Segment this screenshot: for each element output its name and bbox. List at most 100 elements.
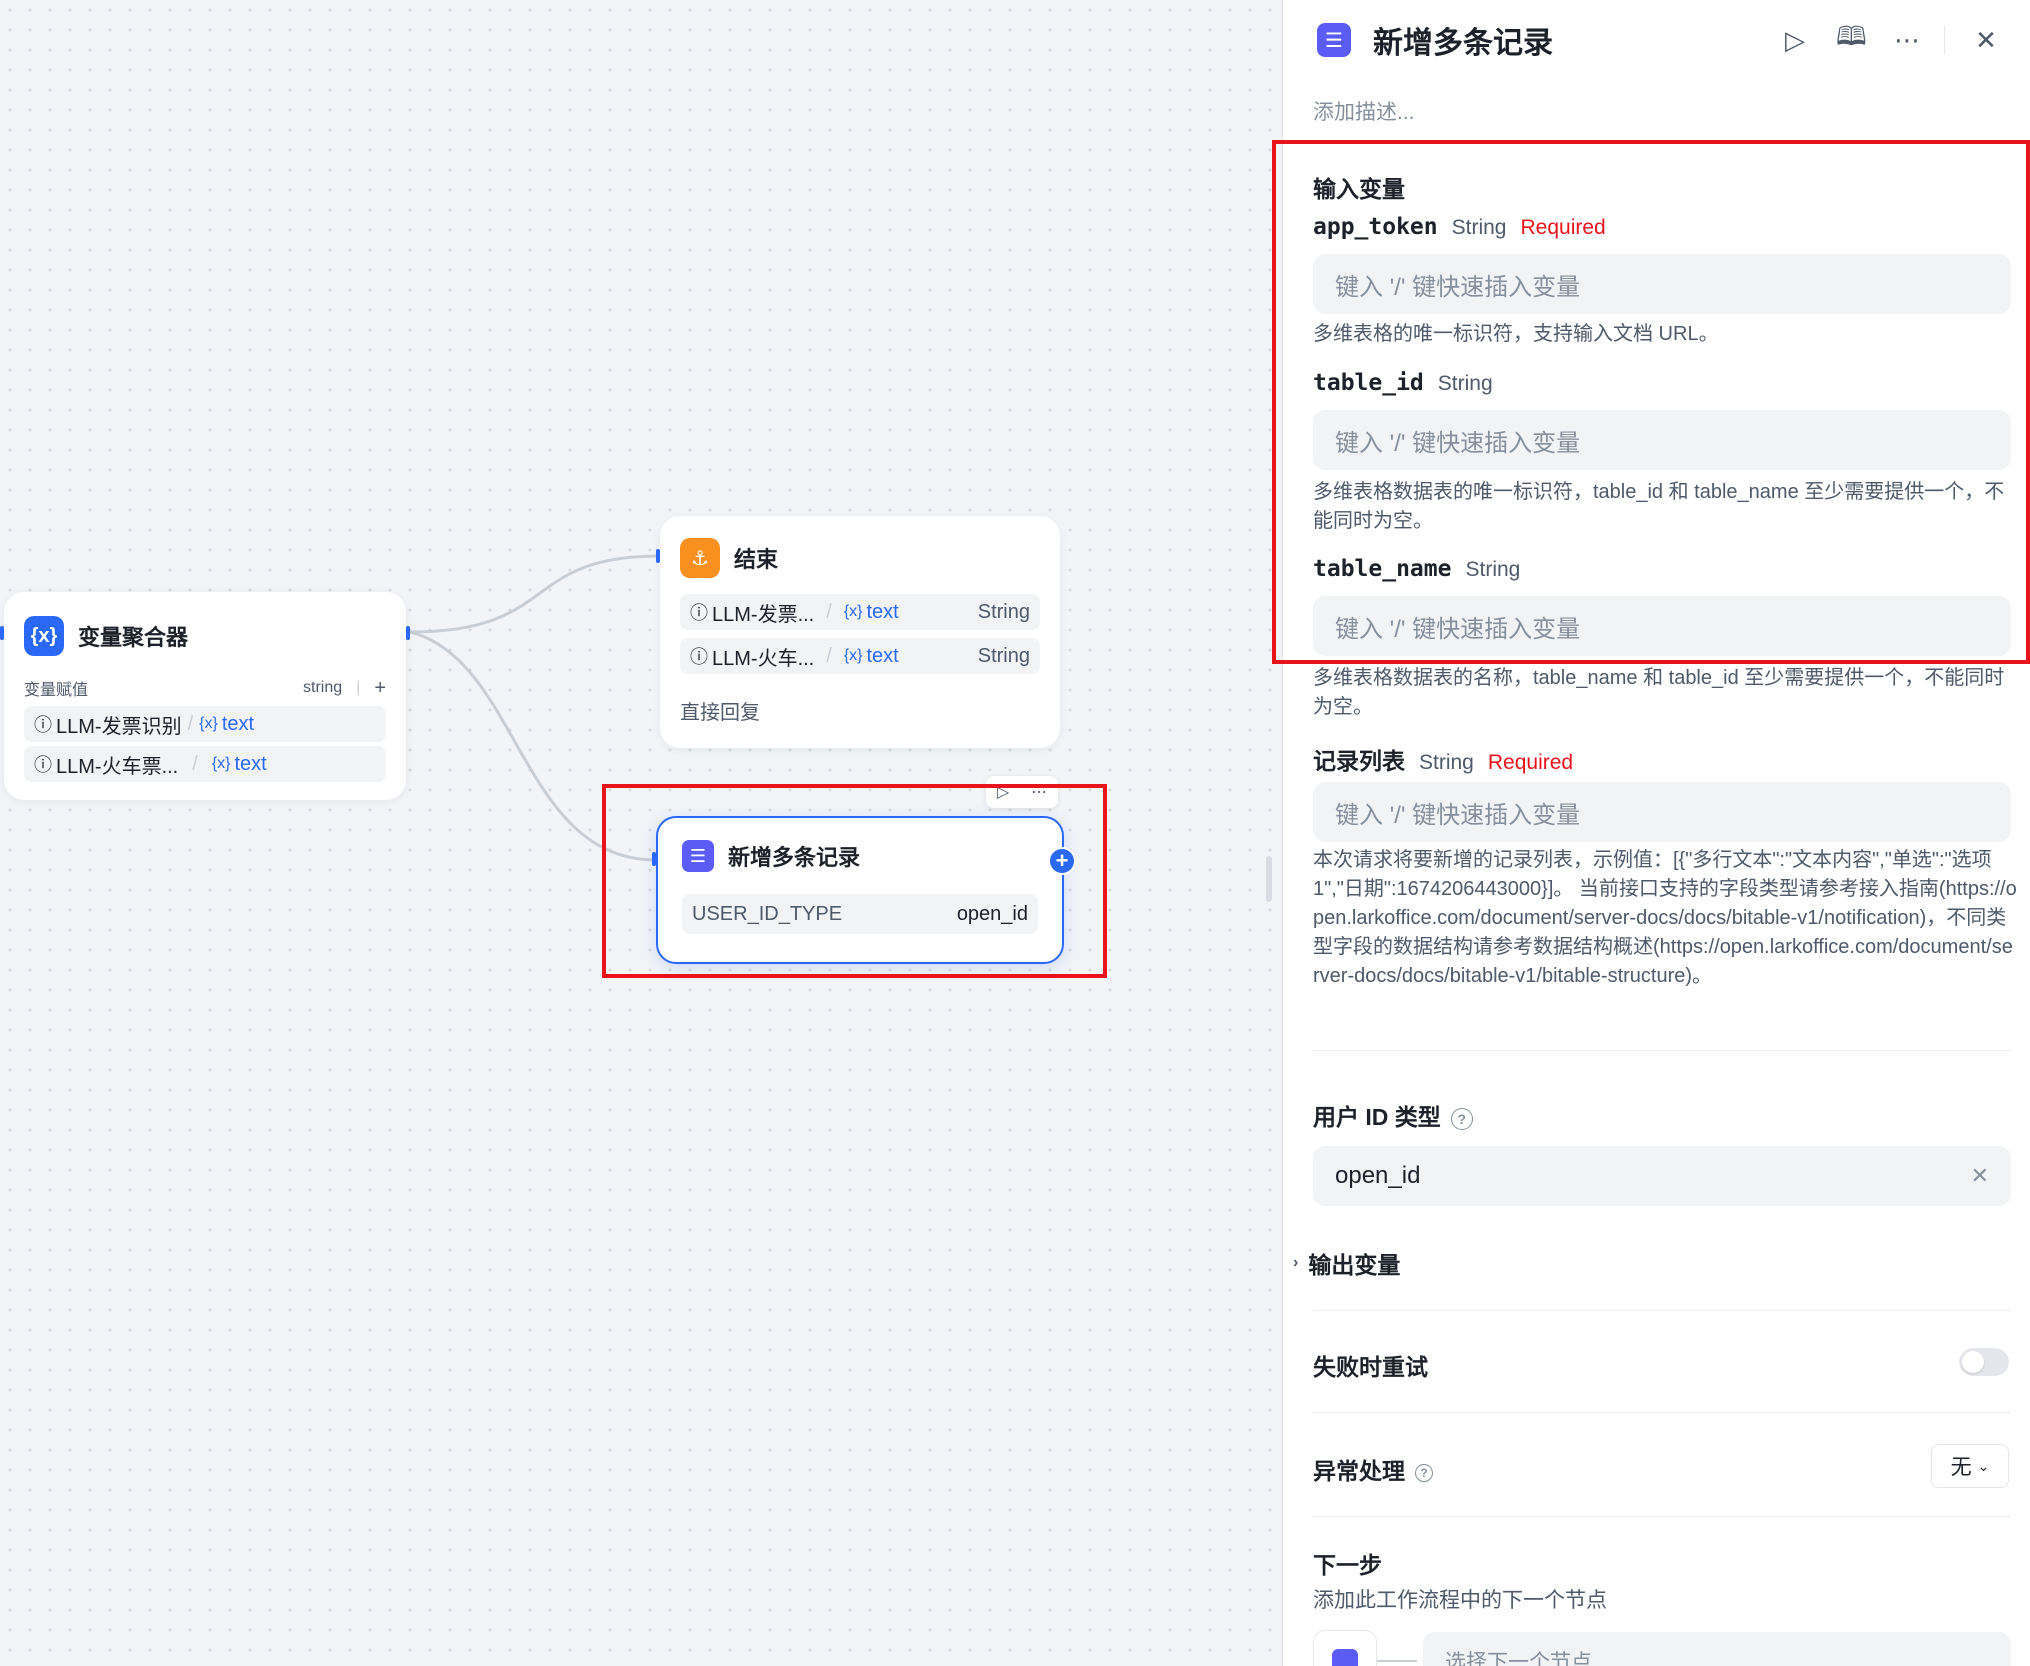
node-title: 结束 bbox=[734, 547, 779, 572]
divider bbox=[1313, 1412, 2011, 1413]
group-type: string bbox=[303, 679, 343, 696]
select-value: open_id bbox=[1335, 1162, 1421, 1189]
chevron-right-icon: › bbox=[1293, 1254, 1299, 1271]
input-section-title: 输入变量 bbox=[1313, 176, 1405, 202]
param-help: 多维表格数据表的唯一标识符，table_id 和 table_name 至少需要… bbox=[1313, 481, 2005, 532]
error-handling-label: 异常处理? bbox=[1313, 1452, 1433, 1486]
more-icon[interactable]: ⋯ bbox=[1031, 782, 1047, 802]
records-input[interactable]: 键入 '/' 键快速插入变量 bbox=[1313, 782, 2011, 842]
required-badge: Required bbox=[1487, 751, 1574, 774]
llm-node-icon: ⓘ bbox=[34, 755, 52, 775]
param-help: 多维表格数据表的名称，table_name 和 table_id 至少需要提供一… bbox=[1313, 667, 2005, 718]
node-mini-toolbar: ▷ ⋯ bbox=[986, 776, 1058, 808]
param-type: String bbox=[1465, 558, 1521, 581]
param-name: USER_ID_TYPE bbox=[692, 902, 843, 925]
output-port[interactable] bbox=[406, 626, 410, 640]
add-variable-button[interactable]: + bbox=[374, 677, 386, 700]
input-port[interactable] bbox=[652, 852, 656, 866]
input-port[interactable] bbox=[656, 549, 660, 563]
variable-brace-icon: {x} bbox=[24, 616, 64, 656]
param-type: String bbox=[1419, 751, 1474, 774]
llm-node-icon: ⓘ bbox=[34, 715, 52, 735]
variable-name: text bbox=[866, 644, 899, 667]
param-header: 记录列表 String Required bbox=[1313, 742, 1573, 776]
param-type: String bbox=[1437, 372, 1493, 395]
close-icon[interactable]: ✕ bbox=[1971, 25, 2001, 56]
divider bbox=[1313, 1516, 2011, 1517]
clear-icon[interactable]: ✕ bbox=[1971, 1163, 1989, 1189]
llm-node-icon: ⓘ bbox=[690, 647, 708, 667]
edge-agg-to-end[interactable] bbox=[409, 554, 661, 634]
edges-layer bbox=[409, 554, 661, 862]
user-id-type-label: 用户 ID 类型? bbox=[1313, 1098, 1473, 1132]
document-list-icon bbox=[1332, 1649, 1358, 1666]
panel-resize-handle[interactable] bbox=[1266, 856, 1272, 902]
variable-aggregator-node[interactable]: {x} 变量聚合器 变量赋值 string | + ⓘ LLM-发票识别 / {… bbox=[4, 592, 406, 800]
connector-line bbox=[1377, 1660, 1417, 1662]
variable-type: String bbox=[977, 600, 1030, 623]
group-label: 变量赋值 bbox=[24, 682, 89, 699]
book-icon[interactable]: 🕮 bbox=[1836, 18, 1867, 62]
select-value: 无 bbox=[1950, 1456, 1972, 1479]
required-badge: Required bbox=[1520, 216, 1606, 239]
param-help: 多维表格的唯一标识符，支持输入文档 URL。 bbox=[1313, 323, 1719, 345]
retry-label: 失败时重试 bbox=[1313, 1354, 1428, 1380]
variable-icon: {x} bbox=[843, 647, 863, 664]
next-step-title: 下一步 bbox=[1313, 1552, 1382, 1578]
list-item: ⓘ LLM-火车票... / {x} text bbox=[24, 746, 386, 782]
variable-type: String bbox=[977, 644, 1030, 667]
panel-header: ☰ 新增多条记录 ▷ 🕮 ⋯ ✕ bbox=[1283, 0, 2030, 80]
document-list-icon: ☰ bbox=[682, 840, 714, 872]
variable-icon: {x} bbox=[843, 603, 863, 620]
app-token-input[interactable]: 键入 '/' 键快速插入变量 bbox=[1313, 254, 2011, 314]
output-section-toggle[interactable]: › 输出变量 bbox=[1293, 1246, 1400, 1280]
retry-toggle[interactable] bbox=[1959, 1348, 2009, 1376]
input-port[interactable] bbox=[0, 626, 4, 640]
llm-node-icon: ⓘ bbox=[690, 603, 708, 623]
divider bbox=[1313, 1050, 2011, 1051]
help-icon[interactable]: ? bbox=[1450, 1107, 1473, 1130]
param-value: open_id bbox=[956, 902, 1028, 925]
param-type: String bbox=[1451, 216, 1507, 239]
run-node-icon[interactable]: ▷ bbox=[997, 782, 1009, 802]
param-header: table_name String bbox=[1313, 556, 1520, 582]
workflow-canvas[interactable]: {x} 变量聚合器 变量赋值 string | + ⓘ LLM-发票识别 / {… bbox=[0, 0, 1282, 1666]
variable-name: text bbox=[866, 600, 899, 623]
help-icon[interactable]: ? bbox=[1415, 1463, 1433, 1482]
next-step-desc: 添加此工作流程中的下一个节点 bbox=[1313, 1589, 1607, 1612]
add-records-node[interactable]: ☰ 新增多条记录 USER_ID_TYPE open_id bbox=[656, 816, 1064, 964]
edge-agg-to-active[interactable] bbox=[409, 630, 657, 862]
current-node-chip bbox=[1313, 1630, 1377, 1666]
node-title: 新增多条记录 bbox=[728, 845, 861, 870]
source-node-label: LLM-发票... bbox=[712, 603, 815, 626]
table-name-input[interactable]: 键入 '/' 键快速插入变量 bbox=[1313, 596, 2011, 656]
variable-icon: {x} bbox=[211, 755, 231, 772]
panel-title[interactable]: 新增多条记录 bbox=[1373, 18, 1754, 62]
param-header: table_id String bbox=[1313, 370, 1493, 396]
document-list-icon: ☰ bbox=[1317, 23, 1351, 57]
next-node-select[interactable]: 选择下一个节点 bbox=[1423, 1632, 2011, 1666]
more-icon[interactable]: ⋯ bbox=[1892, 25, 1922, 56]
add-next-node-button[interactable]: + bbox=[1048, 847, 1076, 875]
param-name: table_name bbox=[1313, 556, 1452, 582]
end-node[interactable]: ⚓ 结束 ⓘ LLM-发票... / {x} text String ⓘ LLM… bbox=[660, 516, 1060, 748]
param-row: USER_ID_TYPE open_id bbox=[682, 894, 1038, 934]
error-handling-select[interactable]: 无 ⌄ bbox=[1931, 1444, 2009, 1488]
source-node-label: LLM-发票识别 bbox=[56, 715, 182, 738]
table-id-input[interactable]: 键入 '/' 键快速插入变量 bbox=[1313, 410, 2011, 470]
divider bbox=[1944, 26, 1945, 54]
source-node-label: LLM-火车票... bbox=[56, 755, 179, 778]
list-item: ⓘ LLM-发票... / {x} text String bbox=[680, 594, 1040, 630]
param-name: 记录列表 bbox=[1313, 749, 1405, 775]
variable-icon: {x} bbox=[199, 715, 218, 732]
chevron-down-icon: ⌄ bbox=[1977, 1457, 1990, 1474]
list-item: ⓘ LLM-发票识别 / {x} text bbox=[24, 706, 386, 742]
reply-mode-label: 直接回复 bbox=[680, 702, 760, 724]
run-icon[interactable]: ▷ bbox=[1780, 25, 1810, 56]
user-id-type-select[interactable]: open_id ✕ bbox=[1313, 1146, 2011, 1206]
variable-name: text bbox=[234, 752, 267, 775]
variable-name: text bbox=[221, 712, 255, 735]
param-name: app_token bbox=[1313, 214, 1438, 240]
list-item: ⓘ LLM-火车... / {x} text String bbox=[680, 638, 1040, 674]
description-input[interactable]: 添加描述... bbox=[1313, 96, 1415, 126]
